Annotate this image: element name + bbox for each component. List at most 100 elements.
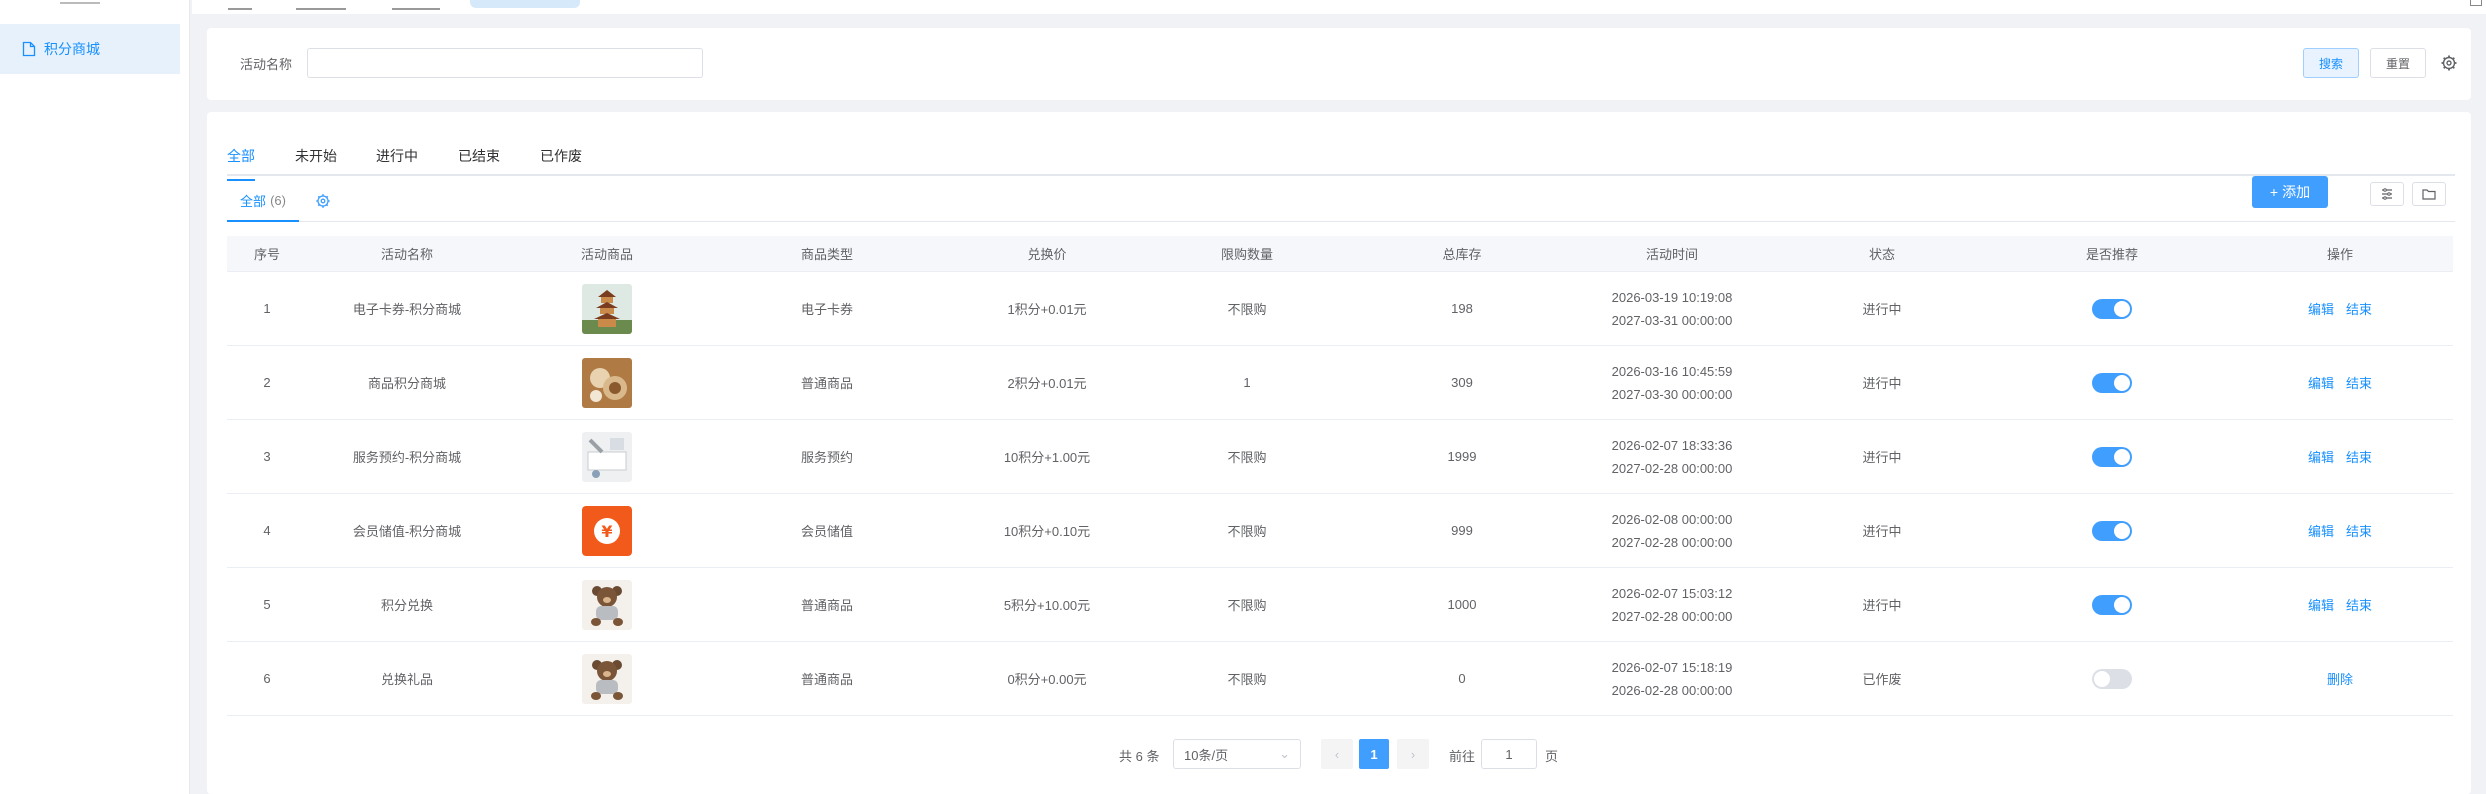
cell-purchase-limit: 不限购 bbox=[1227, 302, 1267, 317]
cell-purchase-limit: 1 bbox=[1243, 375, 1251, 390]
cell-product-type: 普通商品 bbox=[800, 376, 853, 391]
svg-text:¥: ¥ bbox=[601, 522, 612, 541]
cell-activity-name: 兑换礼品 bbox=[380, 672, 433, 687]
cell-activity-time: 2026-02-07 18:33:36 2027-02-28 00:00:00 bbox=[1577, 420, 1767, 493]
tab-not-started[interactable]: 未开始 bbox=[295, 146, 337, 166]
recommend-toggle[interactable] bbox=[2092, 520, 2132, 541]
col-header: 总库存 bbox=[1442, 247, 1482, 262]
cell-recommend bbox=[1997, 642, 2227, 715]
chevron-left-icon: ‹ bbox=[1334, 746, 1340, 762]
table-row: 3 服务预约-积分商城 服务预约 10积分+1.00元 不限购 1999 2026-02-0… bbox=[227, 420, 2453, 494]
tab-active[interactable] bbox=[470, 0, 580, 8]
time-end: 2027-02-28 00:00:00 bbox=[1611, 534, 1733, 550]
cell-activity-time: 2026-02-07 15:03:12 2027-02-28 00:00:00 bbox=[1577, 568, 1767, 641]
tab-fragment[interactable] bbox=[296, 0, 346, 10]
sidebar-item-label: 积分商城 bbox=[44, 41, 100, 57]
cell-activity-name: 积分兑换 bbox=[380, 598, 433, 613]
cell-purchase-limit: 不限购 bbox=[1227, 672, 1267, 687]
recommend-toggle[interactable] bbox=[2092, 298, 2132, 319]
chevron-down-icon: ⌄ bbox=[1279, 746, 1290, 761]
table-row: 4 会员储值-积分商城 ¥ 会员储值 10积分+0.10元 不限购 999 2026-02-0… bbox=[227, 494, 2453, 568]
cell-status: 已作废 bbox=[1862, 672, 1902, 687]
tab-in-progress[interactable]: 进行中 bbox=[376, 146, 418, 166]
search-button[interactable]: 搜索 bbox=[2303, 48, 2359, 78]
reset-button[interactable]: 重置 bbox=[2370, 48, 2426, 78]
table-header: 序号 活动名称 活动商品 商品类型 兑换价 限购数量 总库存 活动时间 状态 是… bbox=[227, 236, 2453, 272]
tab-fragment[interactable] bbox=[228, 0, 252, 10]
time-start: 2026-02-07 15:18:19 bbox=[1611, 659, 1733, 675]
col-header: 状态 bbox=[1868, 247, 1895, 262]
cell-index: 3 bbox=[263, 449, 271, 464]
toggle-knob bbox=[2114, 374, 2130, 391]
cell-product-type: 普通商品 bbox=[800, 598, 853, 613]
page-size-select[interactable]: 10条/页 ⌄ bbox=[1173, 739, 1301, 769]
recommend-toggle[interactable] bbox=[2092, 372, 2132, 393]
page-number-current[interactable]: 1 bbox=[1359, 739, 1389, 769]
cell-actions: 编辑 结束 bbox=[2227, 420, 2453, 493]
end-button[interactable]: 结束 bbox=[2346, 595, 2372, 614]
filter-columns-button[interactable] bbox=[2370, 182, 2404, 206]
cell-activity-name: 会员储值-积分商城 bbox=[352, 524, 462, 539]
col-header: 活动商品 bbox=[580, 247, 633, 262]
cell-activity-time: 2026-02-08 00:00:00 2027-02-28 00:00:00 bbox=[1577, 494, 1767, 567]
cell-recommend bbox=[1997, 568, 2227, 641]
end-button[interactable]: 结束 bbox=[2346, 299, 2372, 318]
edit-button[interactable]: 编辑 bbox=[2308, 299, 2334, 318]
cell-status: 进行中 bbox=[1862, 524, 1902, 539]
cell-product-image bbox=[507, 420, 707, 493]
tab-all[interactable]: 全部 bbox=[227, 146, 255, 181]
cell-actions: 删除 bbox=[2227, 642, 2453, 715]
cell-product-image: ¥ bbox=[507, 494, 707, 567]
end-button[interactable]: 结束 bbox=[2346, 373, 2372, 392]
view-tab-all[interactable]: 全部 (6) bbox=[227, 180, 299, 222]
col-header: 活动时间 bbox=[1645, 247, 1698, 262]
cell-index: 5 bbox=[263, 597, 271, 612]
tab-fragment[interactable] bbox=[392, 0, 440, 10]
cell-index: 1 bbox=[263, 301, 271, 316]
edit-button[interactable]: 编辑 bbox=[2308, 521, 2334, 540]
edit-button[interactable]: 编辑 bbox=[2308, 373, 2334, 392]
cell-product-type: 服务预约 bbox=[800, 450, 853, 465]
folder-button[interactable] bbox=[2412, 182, 2446, 206]
view-settings-icon[interactable] bbox=[315, 193, 331, 209]
cell-actions: 编辑 结束 bbox=[2227, 568, 2453, 641]
activities-table: 序号 活动名称 活动商品 商品类型 兑换价 限购数量 总库存 活动时间 状态 是… bbox=[227, 236, 2453, 716]
cell-product-type: 会员储值 bbox=[800, 524, 853, 539]
cell-recommend bbox=[1997, 346, 2227, 419]
edit-button[interactable]: 编辑 bbox=[2308, 447, 2334, 466]
chevron-right-icon: › bbox=[1410, 746, 1416, 762]
recommend-toggle[interactable] bbox=[2092, 594, 2132, 615]
cell-purchase-limit: 不限购 bbox=[1227, 598, 1267, 613]
goto-page-input[interactable]: 1 bbox=[1481, 739, 1537, 769]
tab-voided[interactable]: 已作废 bbox=[540, 146, 582, 166]
prev-page-button[interactable]: ‹ bbox=[1321, 739, 1353, 769]
delete-button[interactable]: 删除 bbox=[2327, 669, 2353, 688]
tab-ended[interactable]: 已结束 bbox=[458, 146, 500, 166]
time-start: 2026-03-16 10:45:59 bbox=[1611, 363, 1733, 379]
add-button[interactable]: + 添加 bbox=[2252, 176, 2328, 208]
cell-exchange-price: 0积分+0.00元 bbox=[1007, 672, 1087, 687]
next-page-button[interactable]: › bbox=[1397, 739, 1429, 769]
recommend-toggle[interactable] bbox=[2092, 446, 2132, 467]
time-end: 2026-02-28 00:00:00 bbox=[1611, 682, 1733, 698]
goto-label: 前往 bbox=[1449, 749, 1476, 764]
fullscreen-icon[interactable] bbox=[2470, 0, 2482, 6]
edit-button[interactable]: 编辑 bbox=[2308, 595, 2334, 614]
document-icon bbox=[22, 41, 36, 57]
recommend-toggle[interactable] bbox=[2092, 668, 2132, 689]
sidebar-item-points-mall[interactable]: 积分商城 bbox=[0, 24, 180, 74]
toggle-knob bbox=[2114, 596, 2130, 613]
search-label: 活动名称 bbox=[240, 57, 293, 72]
activity-name-input[interactable] bbox=[307, 48, 703, 78]
cell-status: 进行中 bbox=[1862, 450, 1902, 465]
cell-index: 4 bbox=[263, 523, 271, 538]
table-row: 2 商品积分商城 普通商品 2积分+0.01元 1 309 2026-03-16 10:45… bbox=[227, 346, 2453, 420]
pagination: 共 6 条 10条/页 ⌄ ‹ 1 › 前往 1 页 bbox=[207, 738, 2471, 770]
end-button[interactable]: 结束 bbox=[2346, 447, 2372, 466]
end-button[interactable]: 结束 bbox=[2346, 521, 2372, 540]
cell-product-image bbox=[507, 272, 707, 345]
toggle-knob bbox=[2114, 448, 2130, 465]
top-tab-strip bbox=[192, 0, 2486, 14]
gear-icon[interactable] bbox=[2440, 54, 2458, 72]
table-row: 1 电子卡券-积分商城 电子卡券 1积分+0.01元 不限购 198 2026-03-19 … bbox=[227, 272, 2453, 346]
